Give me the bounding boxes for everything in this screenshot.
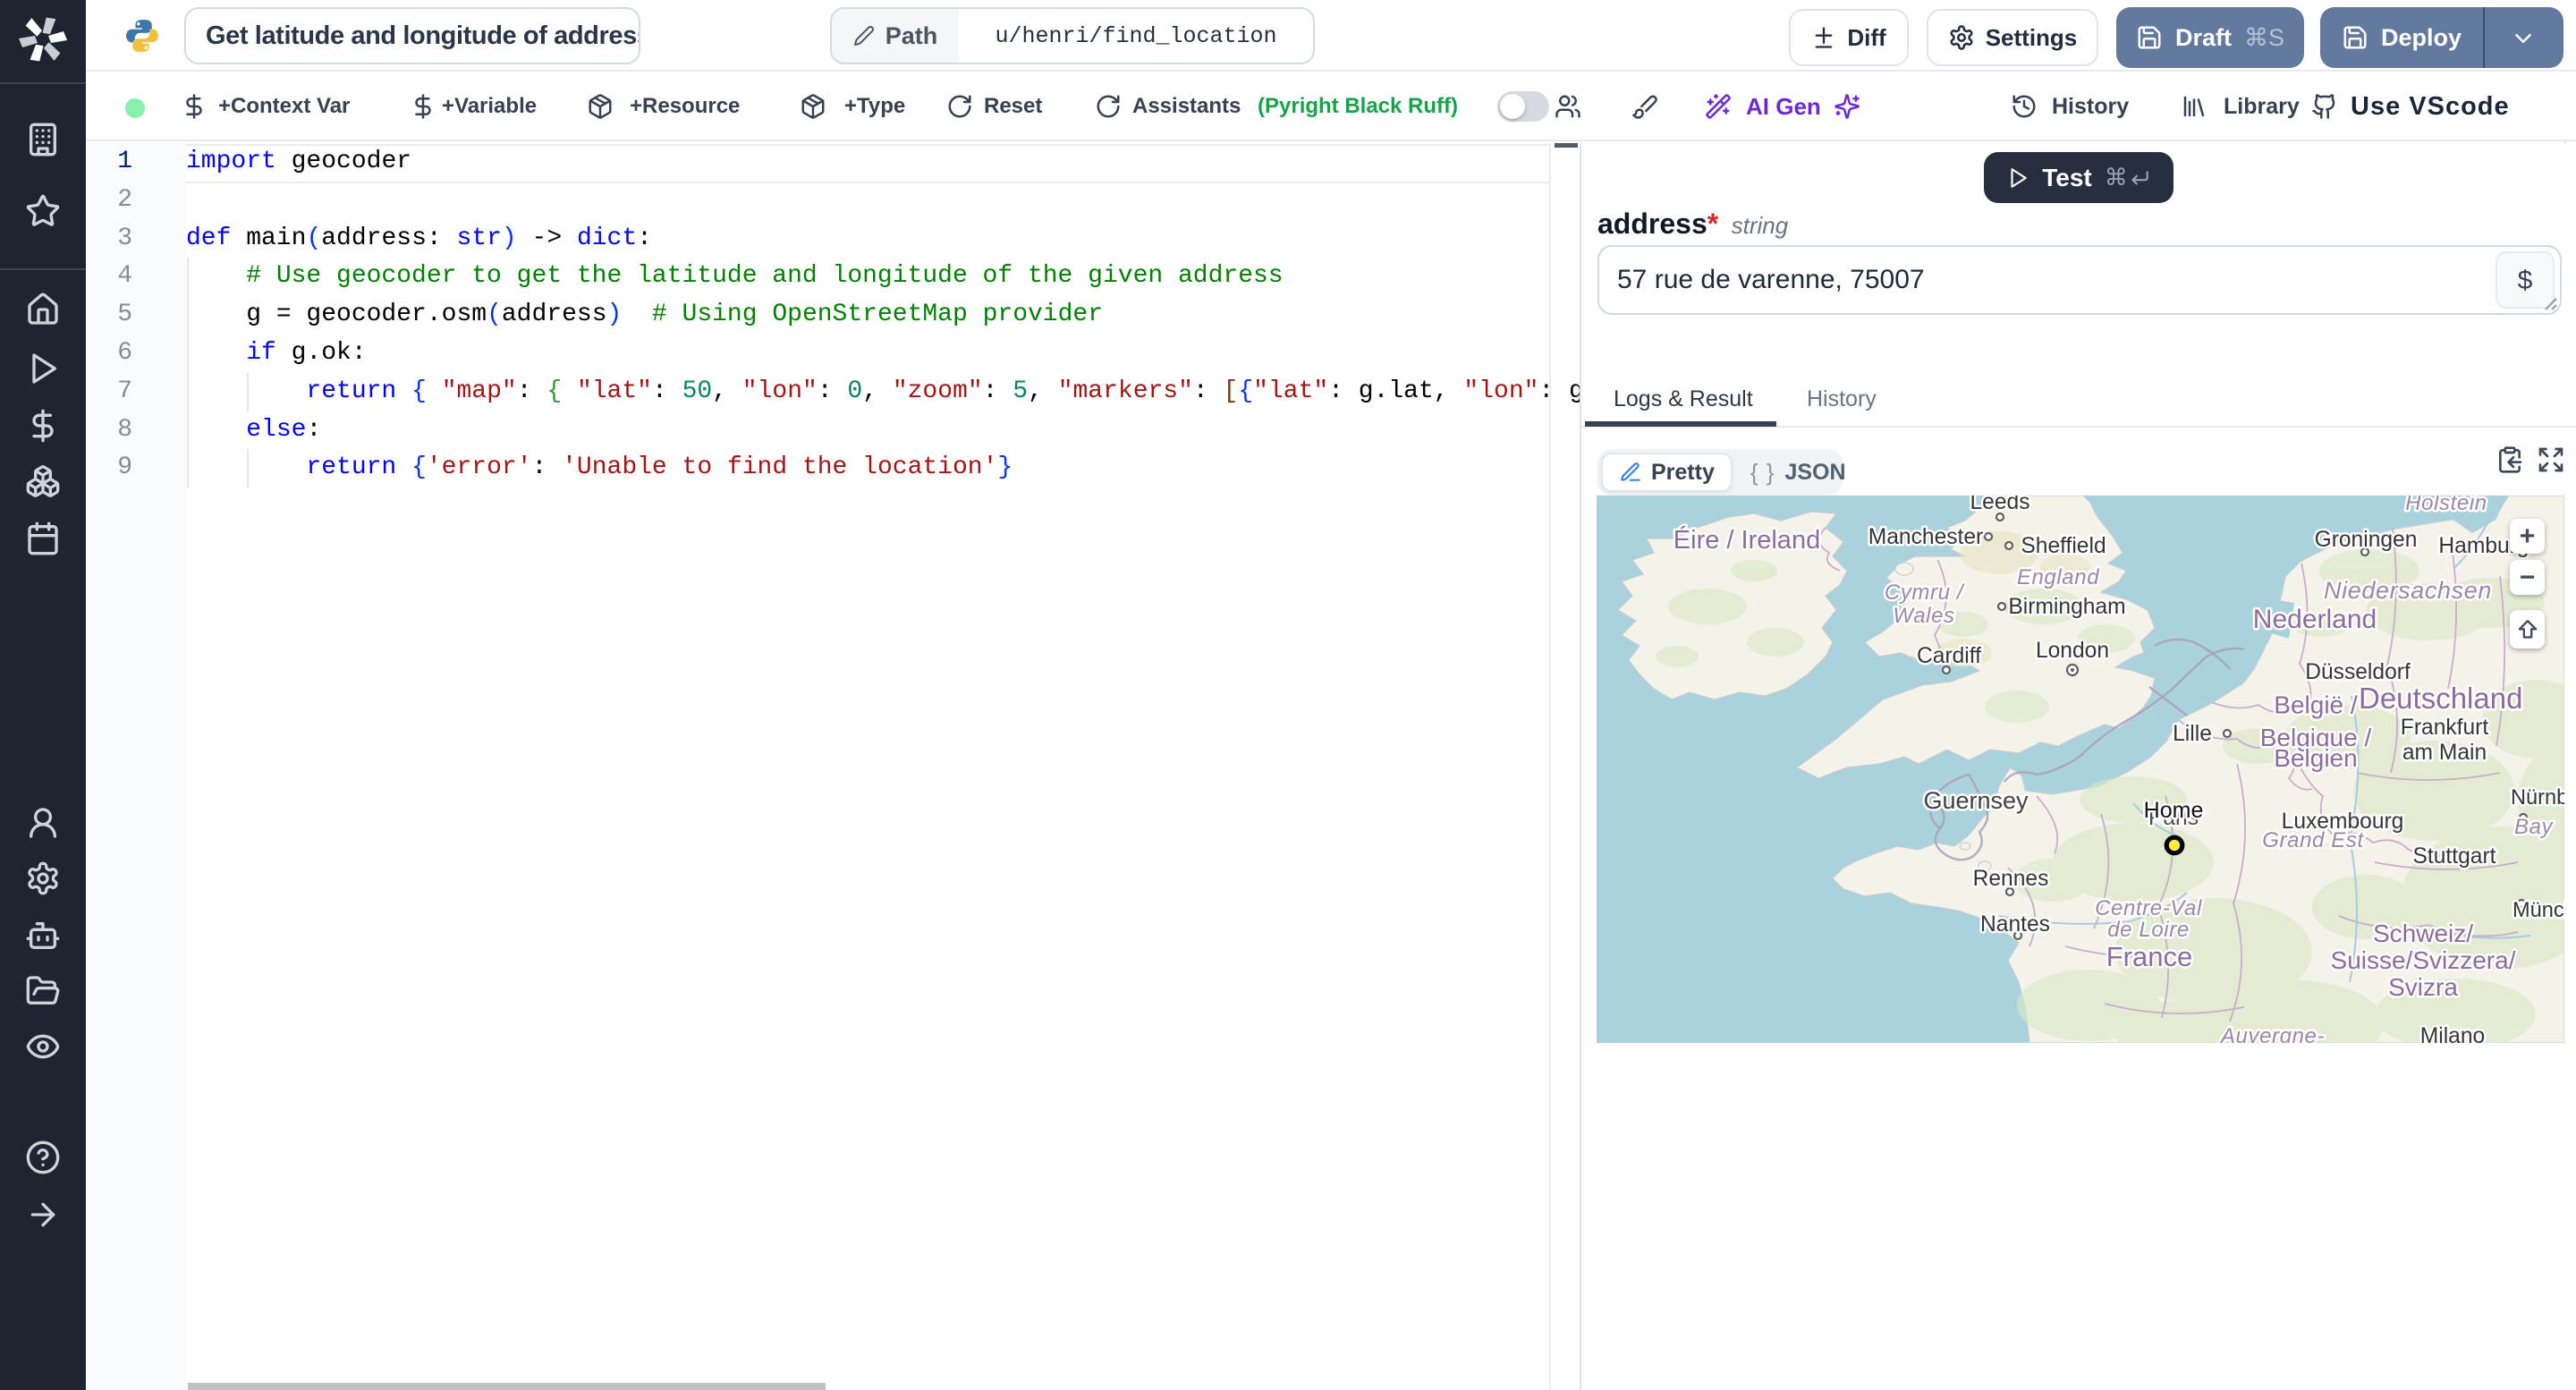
svg-text:Nederland: Nederland [2253, 605, 2377, 634]
svg-text:Nürnberg: Nürnberg [2511, 786, 2564, 809]
svg-text:Holstein: Holstein [2405, 496, 2487, 515]
svg-text:Éire / Ireland: Éire / Ireland [1674, 525, 1820, 555]
svg-text:München: München [2512, 899, 2564, 922]
svg-text:Cardiff: Cardiff [1917, 644, 1981, 668]
svg-text:Auvergne-: Auvergne- [2219, 1024, 2325, 1043]
svg-text:Guernsey: Guernsey [1923, 787, 2029, 814]
svg-text:England: England [2017, 565, 2099, 589]
svg-text:Centre-Val: Centre-Val [2095, 896, 2202, 920]
svg-text:Milano: Milano [2420, 1024, 2485, 1043]
svg-text:am Main: am Main [2402, 741, 2487, 765]
svg-text:Deutschland: Deutschland [2359, 682, 2522, 715]
svg-text:France: France [2106, 941, 2192, 972]
svg-text:Belgien: Belgien [2274, 744, 2357, 772]
svg-text:Suisse/Svizzera/: Suisse/Svizzera/ [2331, 946, 2516, 974]
svg-text:Frankfurt: Frankfurt [2401, 716, 2489, 740]
svg-text:Nantes: Nantes [1980, 912, 2050, 937]
svg-text:Leeds: Leeds [1970, 496, 2029, 514]
svg-text:Birmingham: Birmingham [2008, 595, 2125, 619]
svg-text:de Loire: de Loire [2107, 918, 2190, 942]
svg-text:Cymru /: Cymru / [1885, 581, 1965, 605]
svg-text:Düsseldorf: Düsseldorf [2305, 660, 2411, 684]
svg-text:Sheffield: Sheffield [2021, 534, 2106, 558]
svg-text:Niedersachsen: Niedersachsen [2324, 577, 2492, 604]
svg-text:Wales: Wales [1893, 604, 1954, 628]
svg-text:Svizra: Svizra [2388, 973, 2458, 1001]
svg-text:Bay: Bay [2514, 815, 2555, 839]
svg-text:Stuttgart: Stuttgart [2413, 844, 2496, 869]
svg-text:Rennes: Rennes [1973, 867, 2049, 891]
svg-text:Groningen: Groningen [2315, 528, 2418, 552]
svg-text:Home: Home [2144, 798, 2204, 823]
svg-text:London: London [2036, 639, 2109, 663]
svg-text:Manchester: Manchester [1868, 525, 1984, 549]
svg-text:Lille: Lille [2173, 722, 2212, 746]
svg-text:Schweiz/: Schweiz/ [2373, 920, 2473, 947]
svg-text:België /: België / [2274, 691, 2358, 719]
svg-text:Grand Est: Grand Est [2262, 828, 2364, 852]
